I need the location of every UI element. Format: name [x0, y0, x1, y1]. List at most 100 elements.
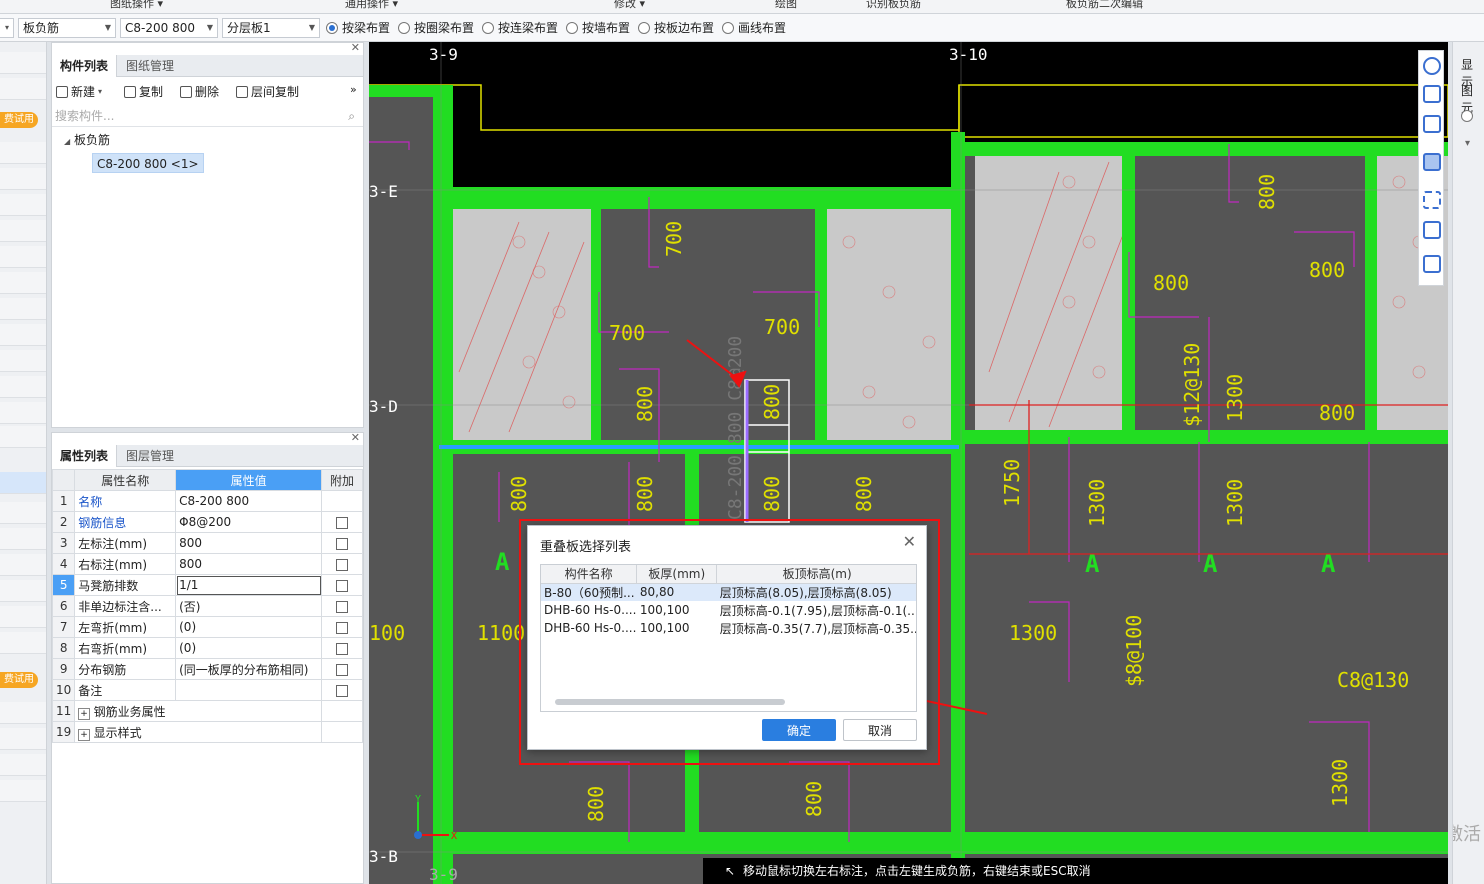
fullscreen-icon[interactable]	[1423, 191, 1441, 209]
nav-item[interactable]	[0, 52, 46, 74]
nav-item[interactable]	[0, 754, 46, 776]
tab-property-list[interactable]: 属性列表	[52, 445, 118, 467]
nav-item[interactable]	[0, 376, 46, 398]
prop-value[interactable]: 800	[175, 553, 323, 575]
col-name-header[interactable]: 构件名称	[541, 565, 638, 584]
table-row[interactable]: 6 非单边标注含... (否)	[51, 595, 363, 617]
ok-button[interactable]: 确定	[762, 719, 836, 741]
component-search-input[interactable]: 搜索构件... ⌕	[52, 105, 363, 127]
prop-value[interactable]: (0)	[175, 616, 323, 638]
cancel-button[interactable]: 取消	[843, 719, 917, 741]
nav-item[interactable]	[0, 728, 46, 750]
new-button[interactable]: 新建 ▾	[56, 83, 102, 100]
extra-checkbox[interactable]	[336, 537, 349, 550]
ribbon-group-rebar-edit[interactable]: 板负筋二次编辑	[1066, 0, 1143, 11]
component-name-select[interactable]: C8-200 800 ▼	[120, 18, 218, 38]
prop-value[interactable]: Φ8@200	[175, 511, 323, 533]
extra-checkbox[interactable]	[336, 684, 349, 697]
table-row[interactable]: 10 备注	[51, 679, 363, 701]
nav-item[interactable]	[0, 426, 46, 448]
radio-by-wall[interactable]: 按墙布置	[566, 20, 630, 36]
shaded-cube-icon[interactable]	[1423, 153, 1441, 171]
prop-value[interactable]: (0)	[175, 637, 323, 659]
extra-checkbox[interactable]	[336, 663, 349, 676]
view-3d-icon[interactable]	[1423, 85, 1441, 103]
list-item[interactable]: DHB-60 Hs-0.... 100,100 层顶标高-0.1(7.95),层…	[541, 601, 916, 619]
cube-icon[interactable]	[1423, 115, 1441, 133]
prop-value[interactable]: (同一板厚的分布筋相同)	[175, 658, 323, 680]
nav-item[interactable]	[0, 194, 46, 216]
close-icon[interactable]: ✕	[903, 532, 916, 551]
col-elev-header[interactable]: 板顶标高(m)	[716, 565, 916, 584]
close-icon[interactable]: ✕	[351, 41, 360, 54]
tree-node-root[interactable]: ◢ 板负筋	[64, 131, 110, 148]
floor-copy-button[interactable]: 层间复制	[236, 83, 299, 100]
copy-button[interactable]: 复制	[124, 83, 163, 100]
nav-item[interactable]	[0, 220, 46, 242]
prop-value[interactable]	[175, 679, 323, 701]
toolbar-overflow-select[interactable]: ▾	[0, 18, 14, 38]
trial-badge[interactable]: 费试用	[0, 672, 38, 688]
nav-item[interactable]	[0, 272, 46, 294]
table-row[interactable]: 3 左标注(mm) 800	[51, 532, 363, 554]
prop-value[interactable]: 800	[175, 532, 323, 554]
expand-icon[interactable]: +	[78, 728, 90, 741]
nav-item[interactable]	[0, 78, 46, 100]
component-type-select[interactable]: 板负筋 ▼	[18, 18, 116, 38]
ribbon-group-draw[interactable]: 绘图	[775, 0, 797, 11]
extra-checkbox[interactable]	[336, 642, 349, 655]
table-row[interactable]: 1 名称 C8-200 800	[51, 490, 363, 512]
nav-item[interactable]	[0, 402, 46, 424]
nav-item[interactable]	[0, 606, 46, 628]
nav-item[interactable]	[0, 168, 46, 190]
expand-icon[interactable]: +	[78, 707, 90, 720]
table-row[interactable]: 9 分布钢筋 (同一板厚的分布筋相同)	[51, 658, 363, 680]
prop-value[interactable]: (否)	[175, 595, 323, 617]
horizontal-scrollbar[interactable]	[555, 699, 785, 705]
close-icon[interactable]: ✕	[351, 431, 360, 444]
table-row[interactable]: 4 右标注(mm) 800	[51, 553, 363, 575]
collapse-icon[interactable]: ▾	[1465, 138, 1470, 149]
nav-item[interactable]	[0, 632, 46, 654]
radio-by-coupling-beam[interactable]: 按连梁布置	[482, 20, 558, 36]
list-item-selected[interactable]: B-80（60预制... 80,80 层顶标高(8.05),层顶标高(8.05)	[541, 583, 916, 601]
radio-by-slab-edge[interactable]: 按板边布置	[638, 20, 714, 36]
extra-checkbox[interactable]	[336, 579, 349, 592]
table-row[interactable]: 8 右弯折(mm) (0)	[51, 637, 363, 659]
nav-item[interactable]	[0, 350, 46, 372]
nav-item[interactable]	[0, 580, 46, 602]
tab-drawing-manage[interactable]: 图纸管理	[118, 55, 182, 77]
trial-badge[interactable]: 费试用	[0, 112, 38, 128]
table-row-group[interactable]: 19 + 显示样式	[51, 721, 363, 743]
search-icon[interactable]: ⌕	[348, 105, 355, 127]
nav-item[interactable]	[0, 528, 46, 550]
extra-checkbox[interactable]	[336, 558, 349, 571]
delete-button[interactable]: 删除	[180, 83, 219, 100]
extra-checkbox[interactable]	[336, 516, 349, 529]
tree-item-selected[interactable]: C8-200 800 <1>	[92, 153, 204, 173]
nav-item[interactable]	[0, 246, 46, 268]
radio-draw-line[interactable]: 画线布置	[722, 20, 786, 36]
nav-item[interactable]	[0, 702, 46, 724]
ribbon-group-identify-rebar[interactable]: 识别板负筋	[866, 0, 921, 11]
cad-drawing-canvas[interactable]: A A A A 3-9 3-10 3-E 3-D 3-B 3-9 3450 70…	[369, 42, 1448, 884]
tab-layer-manage[interactable]: 图层管理	[118, 445, 182, 467]
extra-checkbox[interactable]	[336, 600, 349, 613]
table-row[interactable]: 7 左弯折(mm) (0)	[51, 616, 363, 638]
list-item[interactable]: DHB-60 Hs-0.... 100,100 层顶标高-0.35(7.7),层…	[541, 619, 916, 637]
layer-settings-icon[interactable]	[1423, 255, 1441, 273]
radio-by-ring-beam[interactable]: 按圈梁布置	[398, 20, 474, 36]
radio-by-beam[interactable]: 按梁布置	[326, 20, 390, 36]
prop-value[interactable]: C8-200 800	[175, 490, 323, 512]
nav-item[interactable]	[0, 554, 46, 576]
prop-value-input[interactable]: 1/1	[175, 574, 323, 596]
ribbon-group-common-ops[interactable]: 通用操作 ▾	[345, 0, 398, 11]
nav-item[interactable]	[0, 298, 46, 320]
orbit-icon[interactable]	[1423, 57, 1441, 75]
col-thick-header[interactable]: 板厚(mm)	[636, 565, 718, 584]
nav-item[interactable]	[0, 502, 46, 524]
radio-icon[interactable]	[1461, 110, 1473, 122]
component-view-icon[interactable]	[1423, 221, 1441, 239]
ribbon-group-drawing-ops[interactable]: 图纸操作 ▾	[110, 0, 163, 11]
table-row-group[interactable]: 11 + 钢筋业务属性	[51, 700, 363, 722]
